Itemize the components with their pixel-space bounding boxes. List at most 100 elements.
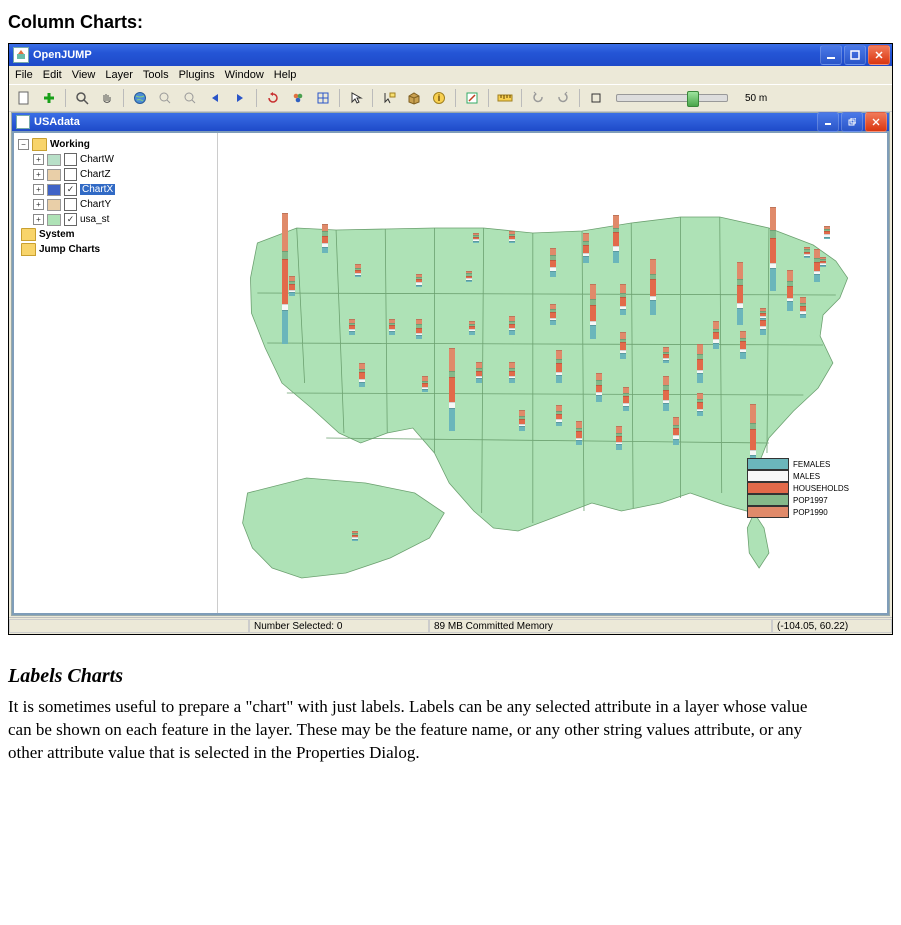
menu-view[interactable]: View	[72, 69, 96, 81]
column-chart-mark	[713, 321, 719, 349]
column-chart-mark	[770, 207, 776, 291]
child-minimize-button[interactable]	[817, 112, 839, 132]
layer-swatch-icon	[47, 199, 61, 211]
tree-group-system[interactable]: System	[18, 227, 213, 242]
column-segment	[550, 271, 556, 278]
child-restore-button[interactable]	[841, 112, 863, 132]
menu-file[interactable]: File	[15, 69, 33, 81]
package-icon[interactable]	[403, 87, 425, 109]
tree-layer-item[interactable]: +ChartW	[18, 152, 213, 167]
legend-label: HOUSEHOLDS	[793, 484, 849, 493]
layer-visibility-checkbox[interactable]: ✓	[64, 213, 77, 226]
refresh-icon[interactable]	[262, 87, 284, 109]
menu-help[interactable]: Help	[274, 69, 297, 81]
add-layer-icon[interactable]	[38, 87, 60, 109]
column-segment	[416, 335, 422, 339]
column-segment	[322, 236, 328, 244]
expand-icon[interactable]: +	[33, 184, 44, 195]
legend-label: FEMALES	[793, 460, 830, 469]
column-chart-mark	[289, 276, 295, 296]
outline-icon[interactable]	[585, 87, 607, 109]
map-view[interactable]: FEMALESMALESHOUSEHOLDSPOP1997POP1990	[218, 133, 887, 613]
menu-window[interactable]: Window	[225, 69, 264, 81]
column-chart-mark	[416, 274, 422, 287]
info-icon[interactable]	[378, 87, 400, 109]
minimize-button[interactable]	[820, 45, 842, 65]
column-segment	[322, 247, 328, 254]
column-segment	[814, 249, 820, 258]
column-segment	[750, 404, 756, 423]
column-segment	[770, 230, 776, 238]
legend-swatch-icon	[747, 470, 789, 482]
zoom-next-icon[interactable]	[179, 87, 201, 109]
column-chart-mark	[820, 257, 826, 267]
legend-swatch-icon	[747, 482, 789, 494]
identify-icon[interactable]: i	[428, 87, 450, 109]
maximize-button[interactable]	[844, 45, 866, 65]
menu-tools[interactable]: Tools	[143, 69, 169, 81]
back-icon[interactable]	[204, 87, 226, 109]
select-icon[interactable]	[345, 87, 367, 109]
zoom-previous-icon[interactable]	[154, 87, 176, 109]
expand-icon[interactable]: +	[33, 199, 44, 210]
column-chart-mark	[620, 332, 626, 359]
measure-icon[interactable]	[494, 87, 516, 109]
column-chart-mark	[322, 224, 328, 253]
menu-plugins[interactable]: Plugins	[179, 69, 215, 81]
collapse-icon[interactable]: −	[18, 139, 29, 150]
menu-edit[interactable]: Edit	[43, 69, 62, 81]
scale-slider[interactable]	[616, 94, 728, 102]
tree-layer-item[interactable]: +ChartZ	[18, 167, 213, 182]
tree-layer-item[interactable]: +✓usa_st	[18, 212, 213, 227]
layer-visibility-checkbox[interactable]	[64, 198, 77, 211]
legend-label: POP1990	[793, 508, 828, 517]
legend-swatch-icon	[747, 494, 789, 506]
column-segment	[466, 280, 472, 282]
column-segment	[509, 241, 515, 243]
zoom-icon[interactable]	[71, 87, 93, 109]
forward-icon[interactable]	[229, 87, 251, 109]
column-chart-mark	[352, 531, 358, 541]
column-chart-mark	[389, 319, 395, 335]
expand-icon[interactable]: +	[33, 169, 44, 180]
expand-icon[interactable]: +	[33, 154, 44, 165]
column-chart-mark	[804, 247, 810, 257]
legend-row: POP1990	[747, 506, 849, 518]
legend-row: MALES	[747, 470, 849, 482]
legend-label: MALES	[793, 472, 820, 481]
globe-icon[interactable]	[129, 87, 151, 109]
column-segment	[583, 245, 589, 253]
column-segment	[322, 224, 328, 232]
tree-group-working[interactable]: − Working	[18, 137, 213, 152]
redo-icon[interactable]	[552, 87, 574, 109]
child-close-button[interactable]	[865, 112, 887, 132]
new-icon[interactable]	[13, 87, 35, 109]
close-button[interactable]	[868, 45, 890, 65]
tree-layer-item[interactable]: +ChartY	[18, 197, 213, 212]
tree-group-jump-charts[interactable]: Jump Charts	[18, 242, 213, 257]
edit-icon[interactable]	[461, 87, 483, 109]
slider-thumb-icon[interactable]	[687, 91, 699, 107]
layer-visibility-checkbox[interactable]: ✓	[64, 183, 77, 196]
grid-icon[interactable]	[312, 87, 334, 109]
legend-row: FEMALES	[747, 458, 849, 470]
column-segment	[740, 331, 746, 339]
column-segment	[713, 332, 719, 340]
layer-visibility-checkbox[interactable]	[64, 153, 77, 166]
column-segment	[616, 444, 622, 449]
column-segment	[282, 259, 288, 304]
pan-icon[interactable]	[96, 87, 118, 109]
column-segment	[590, 325, 596, 339]
column-segment	[804, 256, 810, 258]
column-chart-mark	[583, 233, 589, 262]
tree-group-label: Jump Charts	[39, 244, 100, 255]
menu-layer[interactable]: Layer	[105, 69, 133, 81]
column-chart-mark	[737, 262, 743, 325]
layer-visibility-checkbox[interactable]	[64, 168, 77, 181]
child-window-icon	[16, 115, 30, 129]
undo-icon[interactable]	[527, 87, 549, 109]
tree-layer-item[interactable]: +✓ChartX	[18, 182, 213, 197]
expand-icon[interactable]: +	[33, 214, 44, 225]
palette-icon[interactable]	[287, 87, 309, 109]
column-segment	[770, 207, 776, 230]
